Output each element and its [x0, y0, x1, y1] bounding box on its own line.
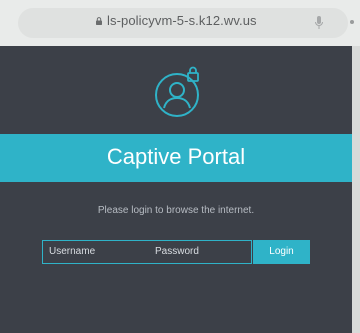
screen-edge: [352, 46, 360, 333]
login-notice: Please login to browse the internet.: [97, 205, 255, 216]
lock-icon: [96, 17, 102, 25]
page-title: Captive Portal: [106, 144, 246, 169]
menu-icon[interactable]: [350, 20, 354, 24]
screen: ls-policyvm-5-s.k12.wv.us Captive Portal…: [0, 0, 360, 333]
title-banner: Captive Portal: [0, 134, 352, 182]
url-text[interactable]: ls-policyvm-5-s.k12.wv.us: [107, 13, 257, 28]
user-lock-icon: [155, 66, 199, 117]
browser-toolbar: ls-policyvm-5-s.k12.wv.us: [0, 0, 360, 46]
login-button[interactable]: Login: [253, 240, 310, 264]
username-field[interactable]: Username: [42, 240, 150, 264]
login-form: Username Password Login: [42, 240, 310, 264]
mic-icon[interactable]: [314, 15, 324, 31]
password-field[interactable]: Password: [149, 240, 252, 264]
